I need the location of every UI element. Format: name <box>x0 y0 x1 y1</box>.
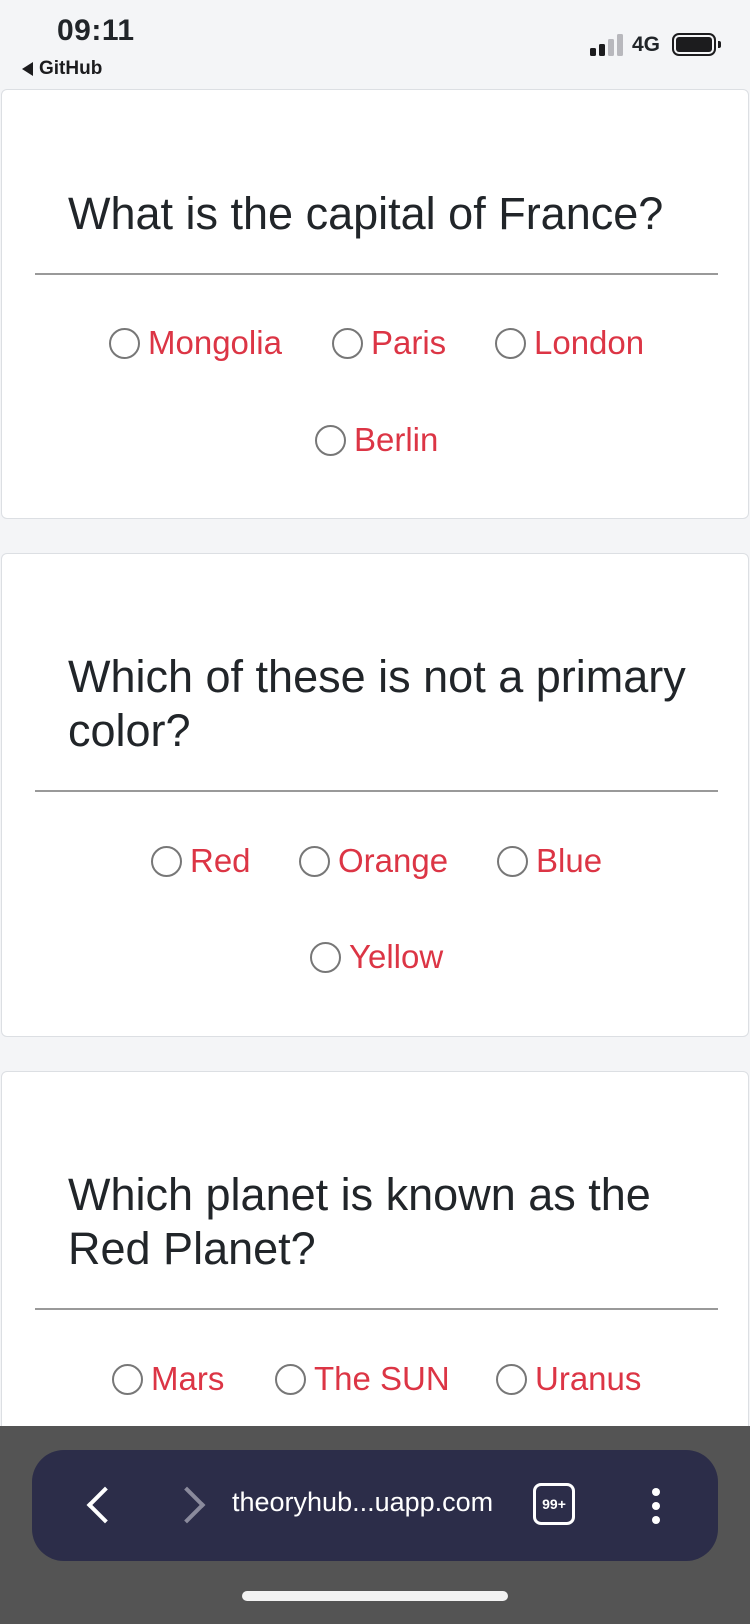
battery-icon <box>672 33 721 56</box>
back-app-label: GitHub <box>39 58 103 79</box>
option-label: The SUN <box>314 1360 450 1397</box>
status-time: 09:11 <box>57 14 135 47</box>
signal-strength-icon <box>590 34 623 56</box>
radio-button[interactable] <box>275 1363 306 1395</box>
radio-button[interactable] <box>315 424 346 456</box>
option-label: Blue <box>536 842 603 879</box>
radio-button[interactable] <box>151 845 182 877</box>
option-mars[interactable]: Mars <box>112 1360 224 1398</box>
status-bar: 09:11 GitHub 4G <box>0 0 750 88</box>
option-mongolia[interactable]: Mongolia <box>109 324 282 362</box>
divider <box>35 790 718 792</box>
back-chevron-icon[interactable] <box>86 1486 124 1524</box>
option-blue[interactable]: Blue <box>497 842 602 880</box>
option-label: Berlin <box>354 421 439 458</box>
radio-button[interactable] <box>109 327 140 359</box>
forward-chevron-icon[interactable] <box>168 1486 206 1524</box>
question-card: What is the capital of France? Mongolia … <box>1 89 749 519</box>
option-label: Orange <box>338 842 449 879</box>
option-label: Yellow <box>349 938 444 975</box>
option-label: Uranus <box>535 1360 642 1397</box>
back-triangle-icon <box>22 62 33 76</box>
option-label: London <box>534 324 645 361</box>
option-red[interactable]: Red <box>151 842 251 880</box>
option-yellow[interactable]: Yellow <box>310 938 443 976</box>
option-the-sun[interactable]: The SUN <box>275 1360 450 1398</box>
option-label: Mongolia <box>148 324 282 361</box>
back-to-app-link[interactable]: GitHub <box>22 58 102 80</box>
option-berlin[interactable]: Berlin <box>315 421 438 459</box>
address-bar[interactable]: theoryhub...uapp.com <box>232 1487 493 1518</box>
option-london[interactable]: London <box>495 324 644 362</box>
option-label: Paris <box>371 324 447 361</box>
option-orange[interactable]: Orange <box>299 842 448 880</box>
option-paris[interactable]: Paris <box>332 324 446 362</box>
radio-button[interactable] <box>332 327 363 359</box>
radio-button[interactable] <box>299 845 330 877</box>
network-type: 4G <box>632 33 661 56</box>
radio-button[interactable] <box>496 1363 527 1395</box>
more-menu-icon[interactable] <box>652 1488 660 1524</box>
radio-button[interactable] <box>112 1363 143 1395</box>
divider <box>35 1308 718 1310</box>
radio-button[interactable] <box>495 327 526 359</box>
option-uranus[interactable]: Uranus <box>496 1360 641 1398</box>
home-indicator[interactable] <box>242 1591 508 1601</box>
question-title: Which of these is not a primary color? <box>68 651 686 756</box>
tab-count-button[interactable]: 99+ <box>533 1483 575 1525</box>
question-title: Which planet is known as the Red Planet? <box>68 1169 651 1274</box>
divider <box>35 273 718 275</box>
question-title: What is the capital of France? <box>68 188 664 239</box>
browser-toolbar: theoryhub...uapp.com 99+ <box>32 1450 718 1561</box>
option-label: Red <box>190 842 251 879</box>
option-label: Mars <box>151 1360 225 1397</box>
radio-button[interactable] <box>497 845 528 877</box>
browser-toolbar-area: theoryhub...uapp.com 99+ <box>0 1426 750 1624</box>
radio-button[interactable] <box>310 941 341 973</box>
question-card: Which of these is not a primary color? R… <box>1 553 749 1037</box>
